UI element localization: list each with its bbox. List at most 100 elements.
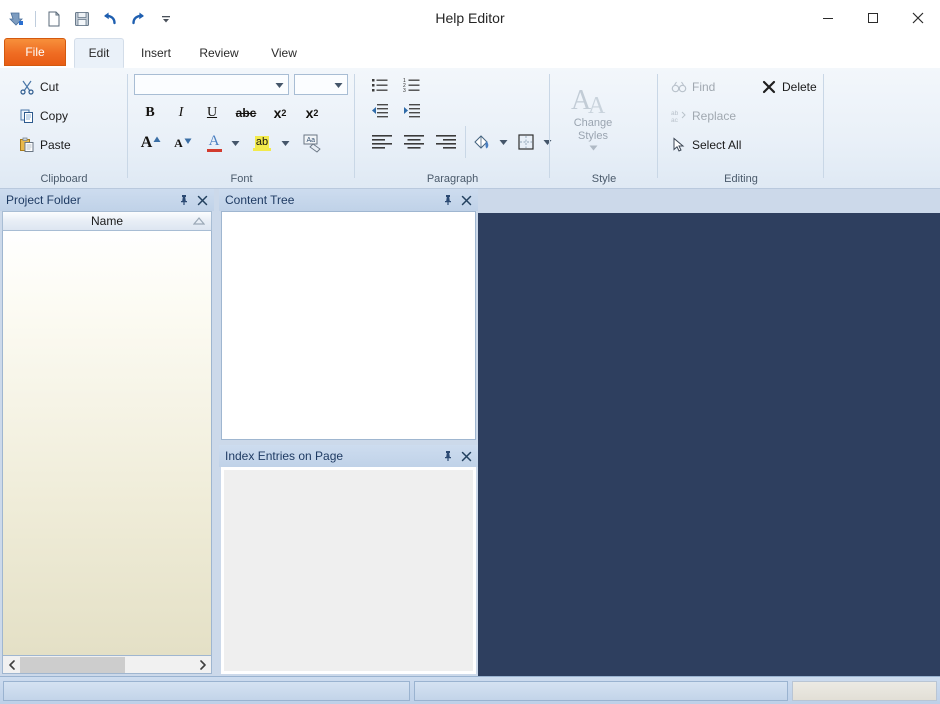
caret-up-icon — [153, 136, 161, 142]
replace-label: Replace — [692, 109, 737, 123]
numbered-list-icon: 1 2 3 — [403, 78, 420, 93]
panel-project-folder: Project Folder Name — [0, 189, 214, 676]
index-entries-title: Index Entries on Page — [225, 449, 344, 463]
find-label: Find — [692, 80, 716, 94]
select-all-button[interactable]: Select All — [666, 134, 756, 156]
close-button[interactable] — [895, 0, 940, 36]
close-icon[interactable] — [458, 192, 474, 208]
grow-font-button[interactable]: A — [138, 131, 164, 155]
delete-button[interactable]: Delete — [756, 76, 830, 98]
cut-label: Cut — [40, 80, 59, 94]
highlight-dropdown[interactable] — [278, 131, 292, 155]
scroll-right-icon[interactable] — [194, 657, 211, 673]
app-menu-icon[interactable] — [4, 6, 30, 32]
maximize-button[interactable] — [850, 0, 895, 36]
italic-button[interactable]: I — [169, 102, 193, 124]
window-controls — [805, 0, 940, 36]
superscript-button[interactable]: x2 — [299, 102, 325, 124]
tab-insert[interactable]: Insert — [130, 38, 182, 68]
align-center-icon — [404, 135, 424, 149]
chevron-down-icon — [281, 140, 289, 146]
font-color-dropdown[interactable] — [228, 131, 242, 155]
numbering-button[interactable]: 1 2 3 — [399, 74, 425, 96]
scissors-icon — [20, 80, 34, 95]
column-header-name[interactable]: Name — [2, 211, 212, 231]
pin-icon[interactable] — [440, 192, 456, 208]
svg-text:3: 3 — [403, 88, 406, 93]
copy-button[interactable]: Copy — [14, 105, 102, 127]
align-left-icon — [372, 135, 392, 149]
change-styles-line2: Styles — [578, 130, 608, 142]
status-cell-1 — [3, 681, 410, 701]
find-button[interactable]: Find — [666, 76, 734, 98]
chevron-down-icon — [499, 139, 507, 145]
pin-icon[interactable] — [176, 192, 192, 208]
close-icon[interactable] — [194, 192, 210, 208]
decrease-indent-icon — [372, 104, 388, 118]
replace-button[interactable]: ab ac Replace — [666, 105, 750, 127]
tab-view[interactable]: View — [258, 38, 310, 68]
align-right-button[interactable] — [431, 130, 461, 154]
cut-button[interactable]: Cut — [14, 76, 94, 98]
document-area[interactable] — [478, 213, 940, 676]
project-folder-list[interactable] — [2, 231, 212, 656]
ribbon-group-font: B I U abc x2 x2 A A A ab Aa Font — [128, 68, 355, 188]
font-size-combobox[interactable] — [294, 74, 348, 95]
project-folder-hscrollbar[interactable] — [2, 656, 212, 674]
increase-indent-button[interactable] — [399, 100, 425, 122]
tab-review[interactable]: Review — [188, 38, 250, 68]
customize-chevron-icon[interactable] — [153, 6, 179, 32]
replace-icon: ab ac — [671, 110, 686, 124]
save-icon[interactable] — [69, 6, 95, 32]
text-highlight-button[interactable]: ab — [248, 131, 276, 155]
project-folder-body: Name — [2, 211, 212, 674]
align-left-button[interactable] — [367, 130, 397, 154]
pin-icon[interactable] — [440, 448, 456, 464]
bullets-button[interactable] — [367, 74, 393, 96]
index-entries-list[interactable] — [221, 467, 476, 674]
paste-button[interactable]: Paste — [14, 134, 102, 156]
increase-indent-icon — [404, 104, 420, 118]
bold-button[interactable]: B — [138, 102, 162, 124]
borders-button[interactable] — [513, 130, 539, 154]
chevron-down-icon — [231, 140, 239, 146]
underline-button[interactable]: U — [200, 102, 224, 124]
subscript-button[interactable]: x2 — [267, 102, 293, 124]
close-icon[interactable] — [458, 448, 474, 464]
minimize-button[interactable] — [805, 0, 850, 36]
redo-icon[interactable] — [125, 6, 151, 32]
svg-text:ab: ab — [671, 110, 679, 117]
undo-icon[interactable] — [97, 6, 123, 32]
project-folder-caption: Project Folder — [0, 189, 214, 211]
decrease-indent-button[interactable] — [367, 100, 393, 122]
title-bar: Help Editor — [0, 0, 940, 36]
font-color-button[interactable]: A — [202, 131, 226, 155]
clear-formatting-button[interactable]: Aa — [298, 131, 326, 155]
bullet-list-icon — [372, 79, 388, 92]
new-icon[interactable] — [41, 6, 67, 32]
align-center-button[interactable] — [399, 130, 429, 154]
hscroll-thumb[interactable] — [20, 656, 125, 673]
hscroll-track[interactable] — [20, 656, 194, 673]
highlight-swatch — [253, 147, 271, 151]
shading-dropdown[interactable] — [496, 130, 510, 154]
ribbon: Cut Copy Paste Clipboard B I U abc x 2 x… — [0, 68, 940, 189]
copy-label: Copy — [40, 109, 69, 123]
ribbon-group-editing: Find ab ac Replace Select All Delete Edi… — [658, 68, 824, 188]
content-tree-caption: Content Tree — [219, 189, 478, 211]
select-all-label: Select All — [692, 138, 742, 152]
change-styles-button[interactable]: A A Change Styles — [556, 76, 630, 168]
shading-button[interactable] — [469, 130, 495, 154]
shrink-font-button[interactable]: A — [170, 131, 196, 155]
strikethrough-button[interactable]: abc — [231, 102, 261, 124]
panel-content-tree: Content Tree — [219, 189, 478, 442]
ribbon-group-empty — [824, 68, 940, 188]
font-color-glyph: A — [208, 133, 220, 149]
font-name-combobox[interactable] — [134, 74, 289, 95]
tab-file[interactable]: File — [4, 38, 66, 66]
paragraph-inner-separator — [465, 126, 466, 158]
tab-edit[interactable]: Edit — [74, 38, 124, 68]
scroll-left-icon[interactable] — [3, 657, 20, 673]
ribbon-tab-strip: File Edit Insert Review View — [0, 36, 940, 69]
content-tree-list[interactable] — [221, 211, 476, 440]
